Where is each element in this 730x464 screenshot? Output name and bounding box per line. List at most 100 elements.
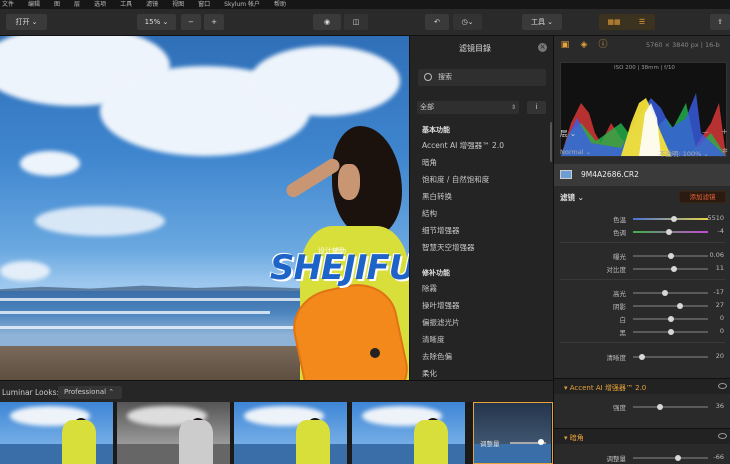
menu-item[interactable]: 层 <box>74 0 80 9</box>
slider-knob[interactable] <box>662 289 669 296</box>
slider-track[interactable] <box>633 289 708 296</box>
slider-track[interactable] <box>633 328 708 335</box>
search-input[interactable]: 搜索 <box>418 69 546 86</box>
undo-button[interactable]: ↶ <box>425 14 449 30</box>
history-button[interactable]: ◷⌄ <box>453 14 482 30</box>
layers-add-icon[interactable]: — <box>702 128 709 136</box>
gear-icon[interactable]: ✲ <box>722 147 728 155</box>
slider-knob[interactable] <box>657 403 663 410</box>
accent-ai-section[interactable]: ▾ Accent AI 增强器™ 2.0 <box>554 378 730 394</box>
looks-preset-select[interactable]: Professional ⌃ <box>58 386 122 399</box>
filter-item[interactable]: Accent AI 增强器™ 2.0 <box>422 137 546 154</box>
slider-label: 阴影 <box>613 303 626 311</box>
filter-item[interactable]: 操叶增强器 <box>422 297 546 314</box>
filter-item[interactable]: 智慧天空增强器 <box>422 239 546 256</box>
scrollbar[interactable] <box>550 122 552 162</box>
slider-track[interactable] <box>633 265 708 272</box>
menu-bar: 文件 编辑 图 层 选项 工具 滤镜 视图 窗口 Skylum 帐户 帮助 <box>0 0 730 9</box>
filters-header[interactable]: 滤镜 ⌄ <box>560 192 584 203</box>
slider-knob[interactable] <box>666 228 672 235</box>
slider-value: 0 <box>719 314 724 322</box>
photo-wave <box>0 326 320 329</box>
slider-knob[interactable] <box>671 265 678 272</box>
filter-item[interactable]: 除霧 <box>422 280 546 297</box>
slider-track[interactable] <box>633 252 708 259</box>
tools-button[interactable]: 工具 ⌄ <box>522 14 562 30</box>
slider-row: 高光 -17 <box>554 288 730 301</box>
slider-track[interactable] <box>633 228 708 235</box>
compare-button[interactable]: ◫ <box>344 14 368 30</box>
filter-item[interactable]: 結构 <box>422 205 546 222</box>
category-select[interactable]: 全部 ⇕ <box>417 101 519 114</box>
filter-item[interactable]: 清晰度 <box>422 331 546 348</box>
layers-header[interactable]: 层 ⌄ <box>560 128 576 139</box>
filter-item[interactable]: 去除色偏 <box>422 348 546 365</box>
menu-item[interactable]: 帮助 <box>274 0 286 9</box>
menu-item[interactable]: 图 <box>54 0 60 9</box>
filter-item[interactable]: 偏振滤光片 <box>422 314 546 331</box>
sliders-icon: ☰ <box>638 18 646 26</box>
slider-knob[interactable] <box>676 302 683 309</box>
opacity-select[interactable]: 不透明: 100% ⌄ <box>659 148 709 158</box>
open-button[interactable]: 打开 ⌄ <box>6 14 47 30</box>
slider-label: 色调 <box>613 229 626 237</box>
slider-knob[interactable] <box>639 353 645 360</box>
slider-track[interactable] <box>633 315 708 322</box>
layers-plus-icon[interactable]: + <box>721 127 728 136</box>
zoom-select[interactable]: 15% ⌄ <box>137 14 176 30</box>
layer-row[interactable]: 9M4A2686.CR2 <box>554 164 730 186</box>
slider-knob[interactable] <box>668 252 675 259</box>
add-filter-button[interactable]: 添加滤镜 <box>679 191 726 203</box>
layer-file-name: 9M4A2686.CR2 <box>581 170 639 179</box>
info-button[interactable]: i <box>527 101 546 114</box>
menu-item[interactable]: 工具 <box>120 0 132 9</box>
adjustments-button[interactable]: ☰ <box>629 14 655 30</box>
look-thumbnail[interactable] <box>234 402 349 464</box>
slider-track[interactable] <box>633 215 708 222</box>
blend-mode-select[interactable]: Normal ⌄ <box>560 148 591 156</box>
panel-title: 滤镜目錄 <box>459 44 491 53</box>
look-thumbnail[interactable] <box>0 402 115 464</box>
look-thumbnail[interactable] <box>117 402 232 464</box>
menu-item[interactable]: 视图 <box>172 0 184 9</box>
menu-item[interactable]: 窗口 <box>198 0 210 9</box>
slider-knob[interactable] <box>667 328 674 335</box>
slider-knob[interactable] <box>675 454 681 461</box>
slider-knob[interactable] <box>671 215 678 222</box>
filter-item[interactable]: 细节增强器 <box>422 222 546 239</box>
image-canvas[interactable]: SHEJIFUZHU 设计辅助 <box>0 36 409 380</box>
filmstrip-button[interactable]: ▦▦ <box>599 14 629 30</box>
histogram-tab-icon[interactable]: ▣ <box>560 40 570 50</box>
filter-item[interactable]: 暗角 <box>422 154 546 171</box>
filter-item[interactable]: 黑白转换 <box>422 188 546 205</box>
zoom-out-button[interactable]: − <box>181 14 201 30</box>
slider-track[interactable] <box>633 403 708 410</box>
slider-track[interactable] <box>633 302 708 309</box>
menu-item[interactable]: 编辑 <box>28 0 40 9</box>
eye-icon[interactable] <box>718 383 727 389</box>
slider-knob[interactable] <box>538 439 544 445</box>
slider-knob[interactable] <box>667 315 674 322</box>
slider-value: 20 <box>715 352 724 360</box>
close-icon[interactable]: × <box>538 43 547 52</box>
share-button[interactable]: ⇪ <box>710 14 730 30</box>
menu-item[interactable]: 选项 <box>94 0 106 9</box>
info-tab-icon[interactable]: ⓘ <box>598 40 608 50</box>
category-label: 全部 <box>420 103 434 111</box>
look-thumbnail[interactable] <box>352 402 467 464</box>
preview-eye-button[interactable]: ◉ <box>313 14 341 30</box>
eye-icon[interactable] <box>718 433 727 439</box>
filter-item[interactable]: 饱和度 / 自然饱和度 <box>422 171 546 188</box>
menu-item[interactable]: 文件 <box>2 0 14 9</box>
vignette-section[interactable]: ▾ 暗角 <box>554 428 730 444</box>
menu-item[interactable]: Skylum 帐户 <box>224 0 260 9</box>
photo-wave <box>0 298 300 301</box>
menu-item[interactable]: 滤镜 <box>146 0 158 9</box>
eye-icon: ◉ <box>323 18 331 26</box>
slider-value: 36 <box>715 402 724 410</box>
layers-tab-icon[interactable]: ◈ <box>579 40 589 50</box>
slider-track[interactable] <box>633 454 708 461</box>
slider-value: 0.06 <box>709 251 724 259</box>
slider-track[interactable] <box>633 353 708 360</box>
zoom-in-button[interactable]: + <box>204 14 224 30</box>
